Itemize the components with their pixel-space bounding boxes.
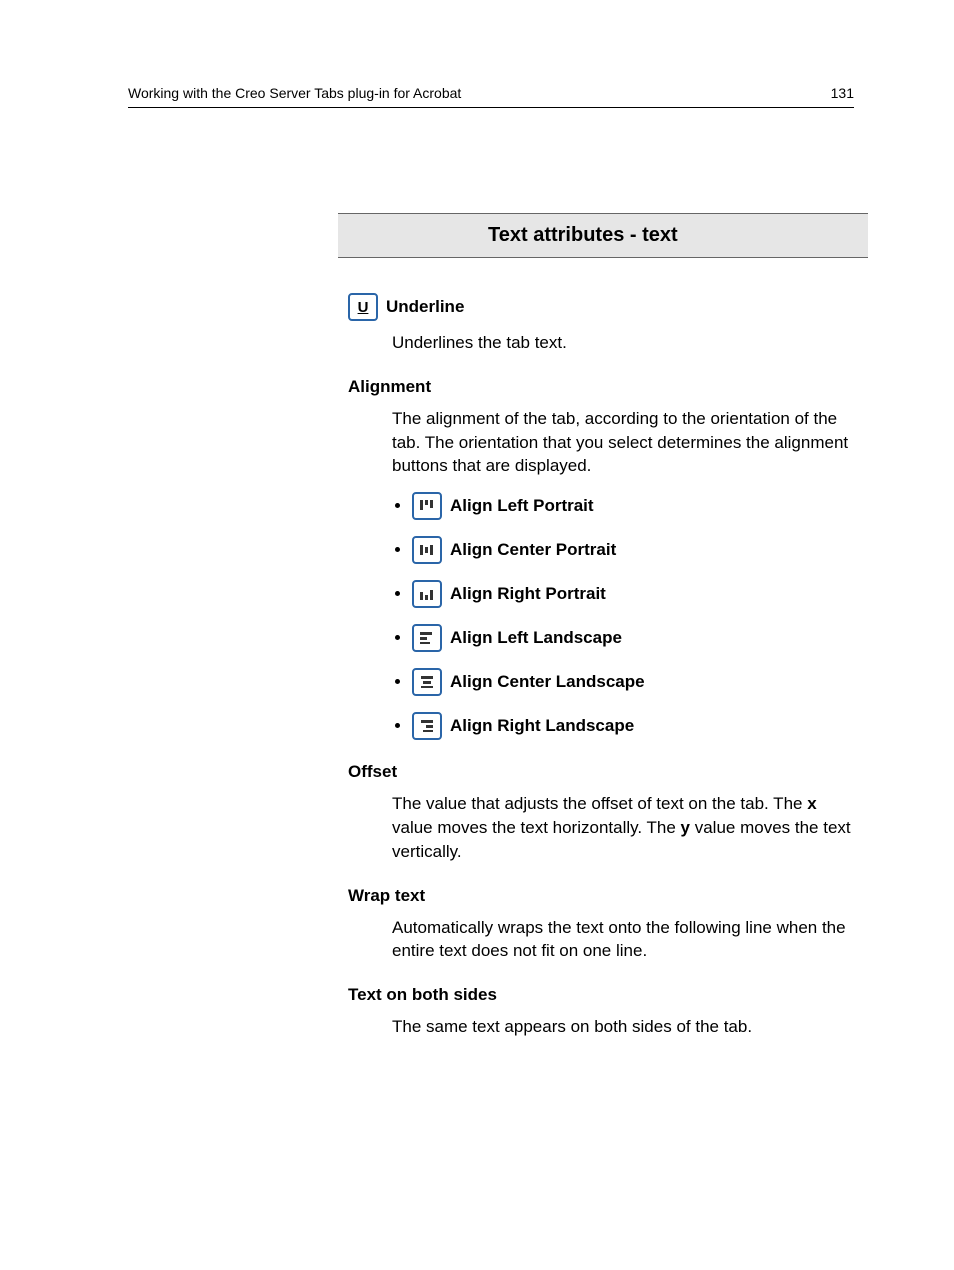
bothsides-body: The same text appears on both sides of t… bbox=[392, 1015, 854, 1039]
alignment-body: The alignment of the tab, according to t… bbox=[392, 407, 854, 740]
list-item: Align Center Portrait bbox=[412, 536, 854, 564]
alignment-item-label: Align Right Landscape bbox=[450, 714, 634, 738]
alignment-label: Alignment bbox=[348, 377, 854, 397]
header-title: Working with the Creo Server Tabs plug-i… bbox=[128, 85, 461, 101]
document-page: Working with the Creo Server Tabs plug-i… bbox=[0, 0, 954, 1121]
offset-body: The value that adjusts the offset of tex… bbox=[392, 792, 854, 863]
align-center-portrait-icon bbox=[412, 536, 442, 564]
list-item: Align Center Landscape bbox=[412, 668, 854, 696]
list-item: Align Right Landscape bbox=[412, 712, 854, 740]
bothsides-label: Text on both sides bbox=[348, 985, 854, 1005]
align-right-portrait-icon bbox=[412, 580, 442, 608]
underline-label-row: U Underline bbox=[348, 293, 854, 321]
alignment-item-label: Align Left Landscape bbox=[450, 626, 622, 650]
definition-wrap-text: Wrap text Automatically wraps the text o… bbox=[348, 886, 854, 964]
wrap-body: Automatically wraps the text onto the fo… bbox=[392, 916, 854, 964]
alignment-item-label: Align Center Landscape bbox=[450, 670, 645, 694]
list-item: Align Right Portrait bbox=[412, 580, 854, 608]
underline-icon: U bbox=[348, 293, 378, 321]
wrap-label: Wrap text bbox=[348, 886, 854, 906]
offset-x: x bbox=[807, 794, 816, 813]
content-column: Text attributes - text U Underline Under… bbox=[348, 213, 854, 1039]
align-left-portrait-icon bbox=[412, 492, 442, 520]
align-right-landscape-icon bbox=[412, 712, 442, 740]
alignment-item-label: Align Center Portrait bbox=[450, 538, 616, 562]
section-heading: Text attributes - text bbox=[338, 213, 868, 258]
alignment-item-label: Align Left Portrait bbox=[450, 494, 594, 518]
offset-label: Offset bbox=[348, 762, 854, 782]
offset-text-part: value moves the text horizontally. The bbox=[392, 818, 681, 837]
list-item: Align Left Landscape bbox=[412, 624, 854, 652]
underline-body: Underlines the tab text. bbox=[392, 331, 854, 355]
align-center-landscape-icon bbox=[412, 668, 442, 696]
offset-text-part: The value that adjusts the offset of tex… bbox=[392, 794, 807, 813]
definition-both-sides: Text on both sides The same text appears… bbox=[348, 985, 854, 1039]
section-heading-text: Text attributes - text bbox=[488, 224, 678, 246]
underline-label: Underline bbox=[386, 297, 464, 317]
definition-offset: Offset The value that adjusts the offset… bbox=[348, 762, 854, 863]
alignment-options-list: Align Left Portrait Align Center Portrai… bbox=[392, 492, 854, 740]
page-header: Working with the Creo Server Tabs plug-i… bbox=[128, 85, 854, 108]
page-number: 131 bbox=[831, 85, 854, 101]
offset-y: y bbox=[681, 818, 690, 837]
alignment-body-text: The alignment of the tab, according to t… bbox=[392, 409, 848, 476]
align-left-landscape-icon bbox=[412, 624, 442, 652]
definition-alignment: Alignment The alignment of the tab, acco… bbox=[348, 377, 854, 740]
list-item: Align Left Portrait bbox=[412, 492, 854, 520]
definition-underline: U Underline Underlines the tab text. bbox=[348, 293, 854, 355]
alignment-item-label: Align Right Portrait bbox=[450, 582, 606, 606]
